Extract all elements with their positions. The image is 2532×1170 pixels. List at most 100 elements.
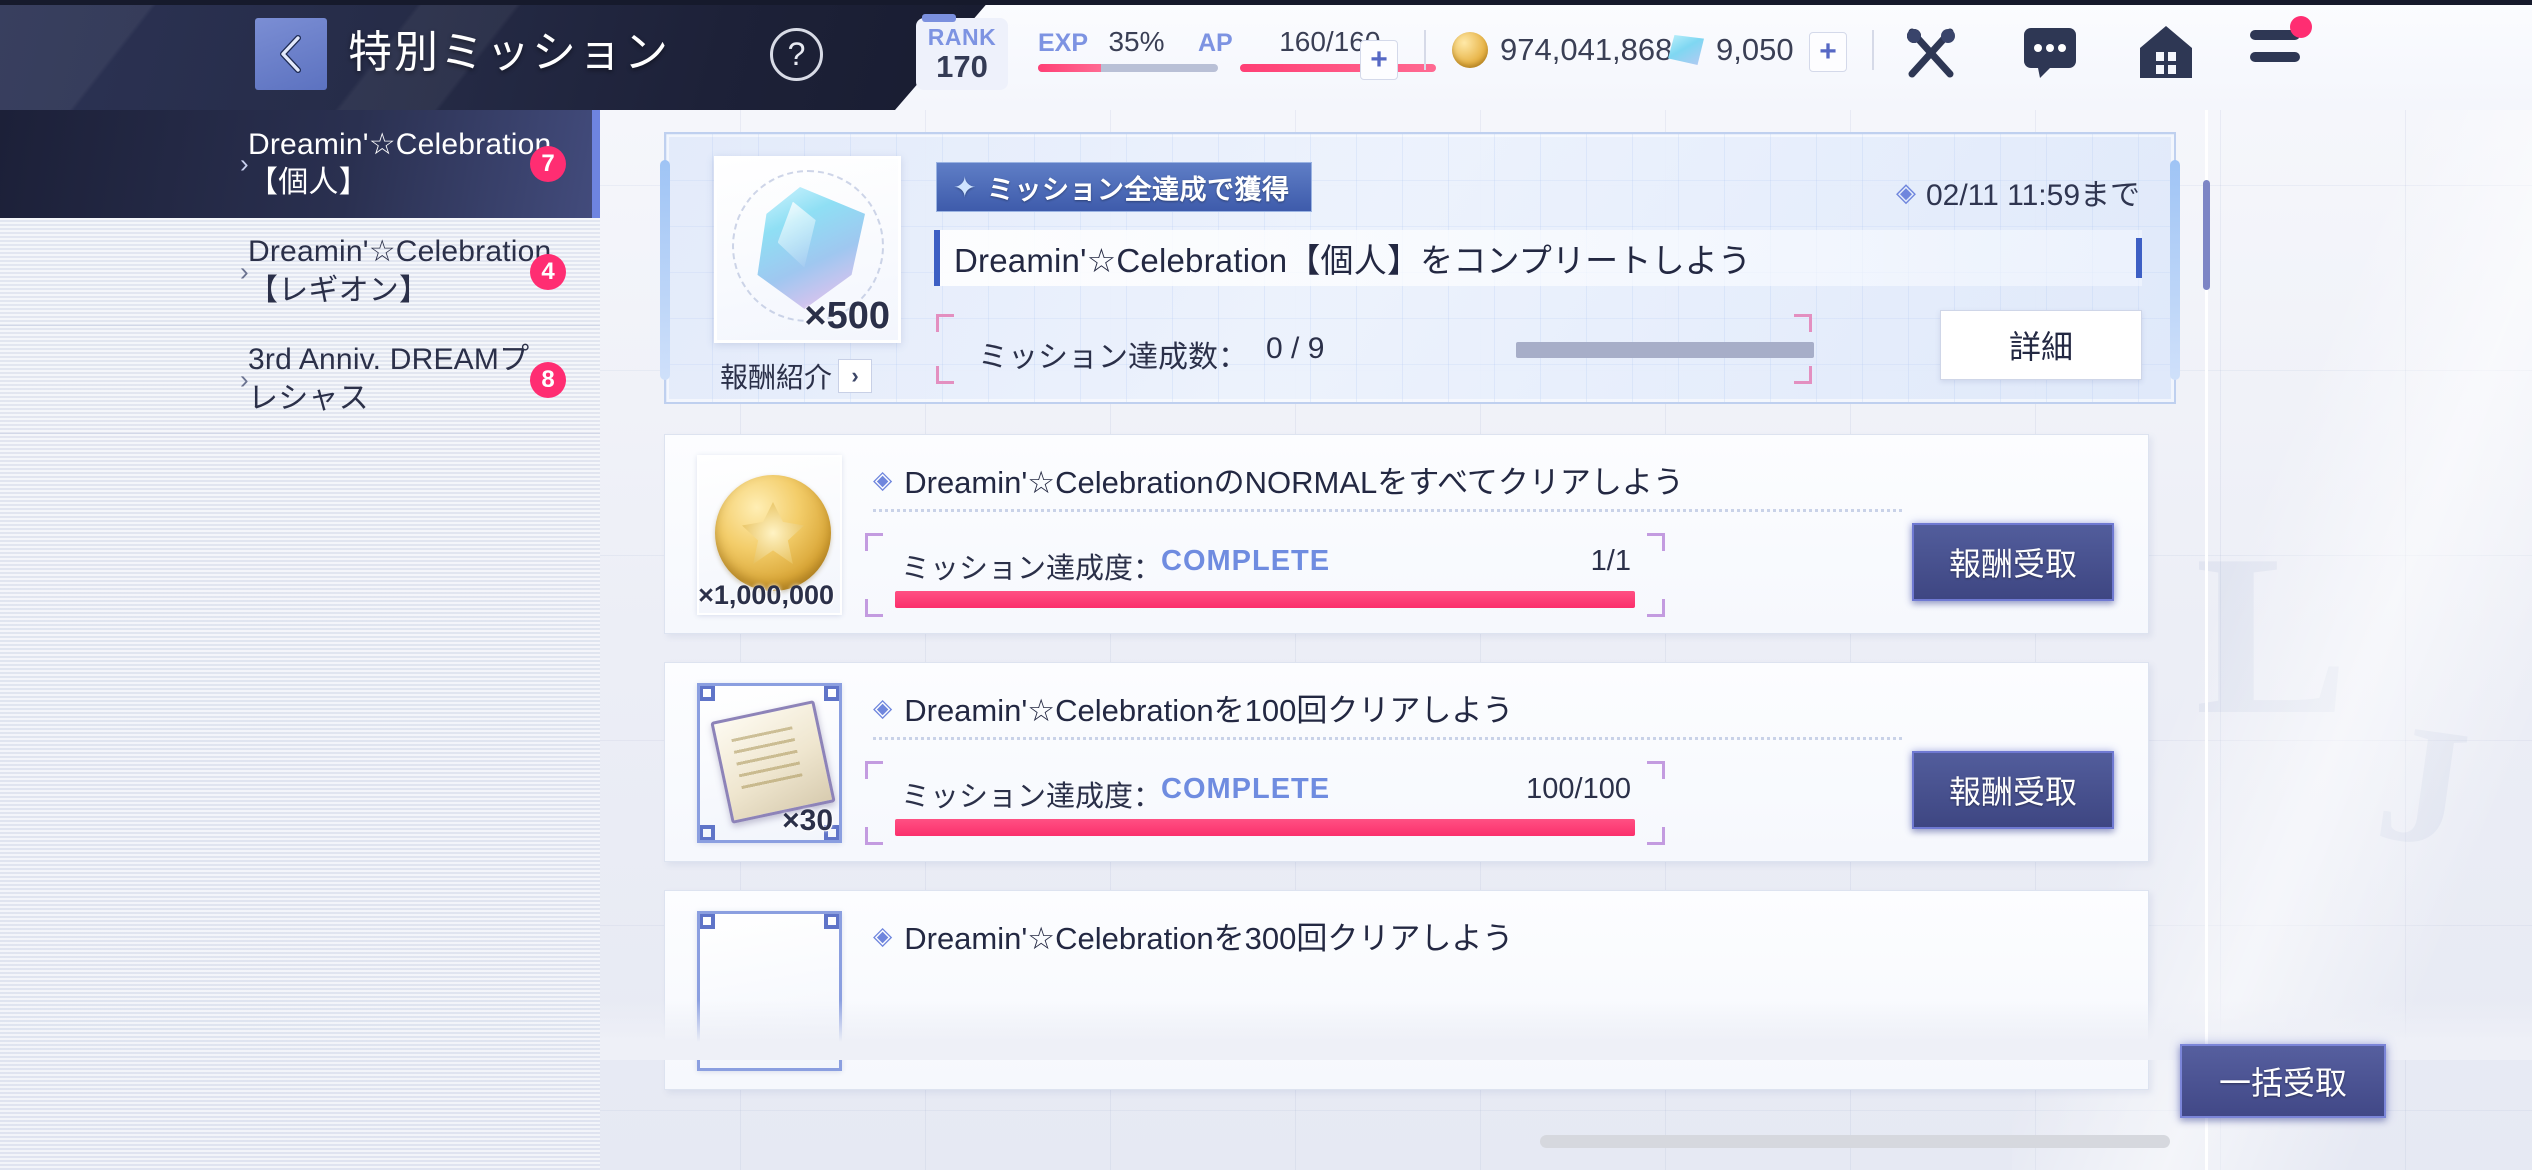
- crossed-swords-icon: [1907, 28, 1955, 78]
- mission-reward-count: ×1,000,000: [698, 580, 834, 610]
- ap-stat: AP 160/160: [1198, 26, 1380, 58]
- corner-decoration: [1647, 599, 1665, 617]
- sidebar-item-dreamin-legion[interactable]: › Dreamin'☆Celebration【レギオン】 4: [0, 218, 600, 326]
- reward-intro-button[interactable]: 報酬紹介 ›: [720, 356, 873, 396]
- home-icon: [2140, 26, 2192, 78]
- ap-progress-bar: [1240, 64, 1436, 72]
- battle-button[interactable]: [1900, 22, 1962, 84]
- diamond-icon: ◈: [873, 921, 893, 950]
- banner-tag-label: ミッション全達成で獲得: [986, 174, 1290, 205]
- corner-decoration: [824, 686, 839, 701]
- corner-decoration: [936, 314, 954, 332]
- diamond-icon: ◈: [1895, 176, 1916, 207]
- back-button[interactable]: [255, 18, 327, 90]
- top-header-bar: 特別ミッション ? RANK 170 EXP 35% AP 160/160 + …: [0, 0, 2532, 110]
- corner-decoration: [700, 825, 715, 840]
- header-divider-2: [1872, 30, 1874, 70]
- corner-decoration: [865, 827, 883, 845]
- coin-value: 974,041,868: [1500, 32, 1673, 67]
- gold-coin-icon: [715, 475, 831, 591]
- menu-button[interactable]: [2248, 16, 2312, 72]
- claim-reward-button[interactable]: 報酬受取: [1912, 751, 2114, 829]
- corner-decoration: [1647, 761, 1665, 779]
- mission-progress-label: ミッション達成度：: [901, 553, 1163, 585]
- mission-progress-count: 1/1: [1590, 545, 1631, 577]
- vertical-scrollbar-thumb[interactable]: [2203, 180, 2210, 290]
- mission-divider: [873, 509, 1902, 512]
- exp-progress-bar: [1038, 64, 1218, 72]
- corner-decoration: [1794, 366, 1812, 384]
- sidebar-item-badge: 8: [530, 361, 566, 398]
- banner-reward-count: ×500: [804, 295, 890, 337]
- sidebar-item-label: 3rd Anniv. DREAMプレシャス: [248, 343, 530, 415]
- sidebar-item-badge: 4: [530, 253, 566, 290]
- reward-intro-label: 報酬紹介: [720, 362, 833, 393]
- horizontal-scrollbar-thumb[interactable]: [1540, 1135, 2170, 1148]
- mission-row: ×1,000,000 ◈ Dreamin'☆CelebrationのNORMAL…: [664, 434, 2149, 634]
- mission-reward-icon-box: [697, 911, 842, 1071]
- mission-reward-icon-box: ×30: [697, 683, 842, 843]
- mission-progress-bar: [895, 819, 1635, 836]
- mission-title: ◈ Dreamin'☆CelebrationのNORMALをすべてクリアしよう: [873, 457, 1684, 502]
- ap-label: AP: [1198, 29, 1233, 57]
- gem-currency: 9,050: [1668, 32, 1794, 68]
- banner-progress-section: ミッション達成数： 0 / 9: [934, 312, 1814, 386]
- rank-chip: RANK 170: [916, 14, 1008, 90]
- chat-button[interactable]: [2020, 22, 2080, 80]
- banner-reward-icon-box: ×500: [714, 156, 901, 343]
- exp-label: EXP: [1038, 29, 1089, 57]
- mission-title-text: Dreamin'☆Celebrationを300回クリアしよう: [904, 921, 1514, 956]
- mission-category-sidebar: › Dreamin'☆Celebration【個人】 7 › Dreamin'☆…: [0, 110, 600, 1170]
- exp-stat: EXP 35%: [1038, 26, 1165, 58]
- ap-add-button[interactable]: +: [1360, 40, 1398, 80]
- coin-currency: 974,041,868: [1452, 32, 1672, 68]
- corner-decoration: [824, 914, 839, 929]
- banner-deadline: ◈ 02/11 11:59まで: [1896, 170, 2140, 214]
- mission-status: COMPLETE: [1161, 773, 1331, 805]
- banner-right-accent: [2170, 160, 2180, 380]
- sidebar-item-3rd-anniv[interactable]: › 3rd Anniv. DREAMプレシャス 8: [0, 326, 600, 434]
- home-button[interactable]: [2137, 22, 2195, 80]
- featured-mission-banner: ×500 報酬紹介 › ✦ ミッション全達成で獲得 ◈ 02/11 11:59ま…: [660, 132, 2180, 404]
- mission-row: ◈ Dreamin'☆Celebrationを300回クリアしよう: [664, 890, 2149, 1090]
- mission-title: ◈ Dreamin'☆Celebrationを100回クリアしよう: [873, 685, 1513, 730]
- chat-bubble-icon: [2024, 28, 2076, 78]
- banner-title: Dreamin'☆Celebration【個人】をコンプリートしよう: [954, 242, 1752, 279]
- sidebar-item-badge: 7: [530, 146, 566, 182]
- mission-progress-section: ミッション達成度： COMPLETE 1/1: [865, 533, 1665, 617]
- banner-progress-bar: [1516, 342, 1814, 358]
- mission-reward-icon-box: ×1,000,000: [697, 455, 842, 615]
- gem-add-button[interactable]: +: [1809, 32, 1847, 72]
- chevron-right-icon: ›: [240, 256, 249, 286]
- chevron-right-icon: ›: [240, 148, 249, 179]
- banner-progress-label: ミッション達成数：: [978, 341, 1248, 374]
- mission-content-area: ×500 報酬紹介 › ✦ ミッション全達成で獲得 ◈ 02/11 11:59ま…: [600, 110, 2532, 1170]
- corner-decoration: [865, 533, 883, 551]
- mission-title-text: Dreamin'☆CelebrationのNORMALをすべてクリアしよう: [904, 465, 1684, 500]
- banner-left-accent: [660, 160, 670, 380]
- sidebar-item-label: Dreamin'☆Celebration【レギオン】: [248, 235, 552, 307]
- sidebar-item-dreamin-individual[interactable]: › Dreamin'☆Celebration【個人】 7: [0, 110, 600, 218]
- mission-divider: [873, 737, 1902, 740]
- claim-reward-button[interactable]: 報酬受取: [1912, 523, 2114, 601]
- rank-label: RANK: [927, 24, 997, 50]
- menu-notification-dot: [2290, 16, 2312, 38]
- mission-progress-bar: [895, 591, 1635, 608]
- bulk-claim-button[interactable]: 一括受取: [2180, 1044, 2386, 1118]
- corner-decoration: [1794, 314, 1812, 332]
- corner-decoration: [865, 761, 883, 779]
- help-button[interactable]: ?: [770, 28, 823, 81]
- header-divider-1: [1424, 30, 1426, 70]
- corner-decoration: [700, 914, 715, 929]
- banner-complete-all-tag: ✦ ミッション全達成で獲得: [936, 162, 1313, 212]
- sidebar-item-label: Dreamin'☆Celebration【個人】: [248, 127, 552, 199]
- gem-value: 9,050: [1716, 32, 1794, 67]
- gold-coin-icon: [1452, 32, 1488, 68]
- banner-detail-button[interactable]: 詳細: [1940, 310, 2142, 380]
- crystal-gem-icon: [1668, 35, 1704, 65]
- mission-title-text: Dreamin'☆Celebrationを100回クリアしよう: [904, 693, 1514, 728]
- banner-title-bar: Dreamin'☆Celebration【個人】をコンプリートしよう: [934, 230, 2142, 286]
- chevron-right-icon: ›: [838, 359, 873, 393]
- mission-title: ◈ Dreamin'☆Celebrationを300回クリアしよう: [873, 913, 1513, 958]
- corner-decoration: [700, 686, 715, 701]
